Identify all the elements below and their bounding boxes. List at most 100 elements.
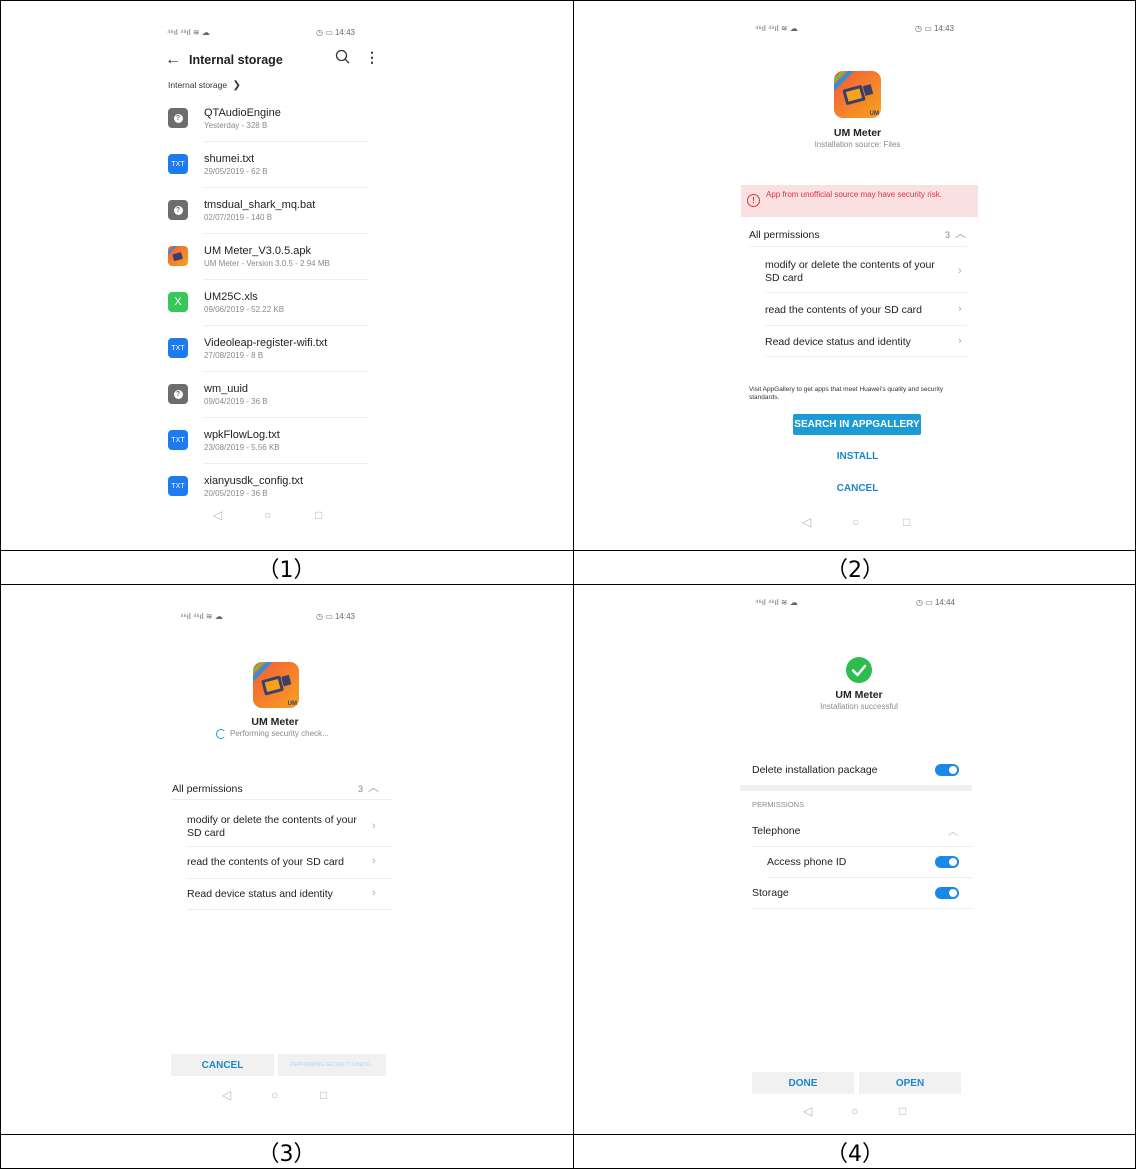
permission-item[interactable]: modify or delete the contents of your SD… — [765, 259, 945, 285]
divider — [767, 877, 972, 878]
status-bar-time: ◷ ▭ 14:44 — [916, 598, 956, 607]
caption-3: （3） — [257, 1142, 316, 1167]
back-arrow-icon[interactable]: ← — [165, 51, 181, 69]
screenshot-grid: （1） （2） （3） （4） ⁴⁶ıl ⁴⁶ıl ≋ ☁ ◷ ▭ 14:43 … — [0, 0, 1136, 1169]
divider — [765, 325, 967, 326]
more-options-icon[interactable]: ⋮ — [365, 49, 379, 66]
file-name: Videoleap-register-wifi.txt — [204, 337, 328, 349]
file-meta: 20/05/2019 - 36 B — [204, 489, 268, 498]
nav-home-icon[interactable]: ○ — [852, 515, 859, 529]
status-bar-signal: ⁴⁶ıl ⁴⁶ıl ≋ ☁ — [755, 598, 798, 607]
permission-item[interactable]: Read device status and identity — [765, 336, 911, 349]
nav-recent-icon[interactable]: □ — [320, 1088, 327, 1102]
divider — [172, 799, 392, 800]
file-list: ? QTAudioEngine Yesterday - 328 B TXT shumei… — [160, 102, 385, 522]
permission-item[interactable]: Read device status and identity — [187, 888, 333, 901]
install-button[interactable]: INSTALL — [735, 451, 980, 462]
permission-item[interactable]: read the contents of your SD card — [765, 304, 922, 317]
breadcrumb[interactable]: Internal storage ❯ — [168, 80, 241, 91]
divider — [752, 908, 972, 909]
all-permissions-label: All permissions — [749, 229, 820, 241]
divider — [749, 246, 967, 247]
status-bar-signal: ⁴⁶ıl ⁴⁶ıl ≋ ☁ — [180, 612, 223, 621]
grid-line-row1-bottom — [0, 550, 1136, 551]
panel-install-prompt: ⁴⁶ıl ⁴⁶ıl ≋ ☁ ◷ ▭ 14:43 UM UM Meter Inst… — [735, 22, 980, 542]
permission-item[interactable]: modify or delete the contents of your SD… — [187, 814, 367, 840]
security-warning: ! App from unofficial source may have se… — [741, 185, 978, 217]
success-check-icon — [846, 657, 872, 683]
nav-back-icon[interactable]: ◁ — [802, 515, 811, 529]
divider — [187, 878, 392, 879]
status-bar-signal: ⁴⁶ıl ⁴⁶ıl ≋ ☁ — [755, 24, 798, 33]
nav-back-icon[interactable]: ◁ — [222, 1088, 231, 1102]
app-icon-badge: UM — [287, 701, 297, 707]
file-name: wm_uuid — [204, 383, 249, 395]
file-name: UM25C.xls — [204, 291, 258, 303]
search-appgallery-button[interactable]: SEARCH IN APPGALLERY — [793, 414, 921, 435]
file-meta: 02/07/2019 - 140 B — [204, 213, 273, 222]
search-icon[interactable] — [335, 49, 351, 70]
chevron-right-icon: › — [372, 887, 376, 899]
done-button[interactable]: DONE — [752, 1072, 854, 1094]
file-name: UM Meter_V3.0.5.apk — [204, 245, 311, 257]
page-title: Internal storage — [189, 53, 283, 67]
divider — [204, 463, 369, 464]
spinner-icon — [216, 729, 226, 739]
divider — [204, 417, 369, 418]
file-name: wpkFlowLog.txt — [204, 429, 280, 441]
nav-back-icon[interactable]: ◁ — [803, 1104, 812, 1118]
warning-icon: ! — [747, 194, 760, 207]
chevron-up-icon[interactable]: ︿ — [955, 225, 966, 241]
nav-recent-icon[interactable]: □ — [315, 508, 322, 522]
file-meta: 09/06/2019 - 52.22 KB — [204, 305, 285, 314]
permission-item[interactable]: read the contents of your SD card — [187, 856, 344, 869]
file-meta: UM Meter - Version 3.0.5 - 2.94 MB — [204, 259, 330, 268]
chevron-right-icon: › — [958, 303, 962, 315]
open-button[interactable]: OPEN — [859, 1072, 961, 1094]
nav-recent-icon[interactable]: □ — [903, 515, 910, 529]
app-icon: UM — [253, 662, 299, 708]
divider — [187, 909, 392, 910]
caption-1: （1） — [257, 558, 316, 583]
chevron-right-icon: › — [372, 820, 376, 832]
permission-count: 3 — [945, 230, 951, 240]
permissions-header: PERMISSIONS — [752, 800, 805, 809]
file-name: xianyusdk_config.txt — [204, 475, 304, 487]
nav-home-icon[interactable]: ○ — [271, 1088, 278, 1102]
app-icon: UM — [834, 71, 881, 118]
nav-home-icon[interactable]: ○ — [851, 1104, 858, 1118]
app-name: UM Meter — [251, 716, 299, 728]
warning-text: App from unofficial source may have secu… — [766, 190, 942, 199]
security-check-text: Performing security check... — [230, 729, 329, 739]
nav-recent-icon[interactable]: □ — [899, 1104, 906, 1118]
file-name: shumei.txt — [204, 153, 255, 165]
divider — [204, 187, 369, 188]
file-meta: 09/04/2019 - 36 B — [204, 397, 268, 406]
nav-back-icon[interactable]: ◁ — [213, 508, 222, 522]
cancel-button[interactable]: CANCEL — [171, 1054, 274, 1076]
divider — [204, 325, 369, 326]
divider — [204, 141, 369, 142]
divider — [204, 371, 369, 372]
caption-4: （4） — [826, 1142, 884, 1167]
security-check-status: Performing security check... — [216, 729, 329, 739]
breadcrumb-label: Internal storage — [168, 80, 228, 90]
file-name: QTAudioEngine — [204, 107, 281, 119]
chevron-up-icon[interactable]: ︿ — [948, 823, 958, 838]
divider — [752, 846, 972, 847]
delete-package-toggle[interactable] — [935, 764, 959, 776]
security-check-button: PERFORMING SECURITY CHECK... — [278, 1054, 386, 1076]
access-phone-id-toggle[interactable] — [935, 856, 959, 868]
file-meta: 23/08/2019 - 5.56 KB — [204, 443, 280, 452]
nav-home-icon[interactable]: ○ — [264, 508, 271, 522]
file-meta: 27/08/2019 - 8 B — [204, 351, 264, 360]
cancel-button[interactable]: CANCEL — [735, 483, 980, 494]
divider — [204, 233, 369, 234]
divider — [204, 279, 369, 280]
divider — [765, 292, 967, 293]
grid-line-caption1-bottom — [0, 584, 1136, 585]
delete-package-label: Delete installation package — [752, 764, 878, 776]
chevron-right-icon: › — [372, 855, 376, 867]
storage-toggle[interactable] — [935, 887, 959, 899]
chevron-up-icon[interactable]: ︿ — [368, 779, 379, 795]
